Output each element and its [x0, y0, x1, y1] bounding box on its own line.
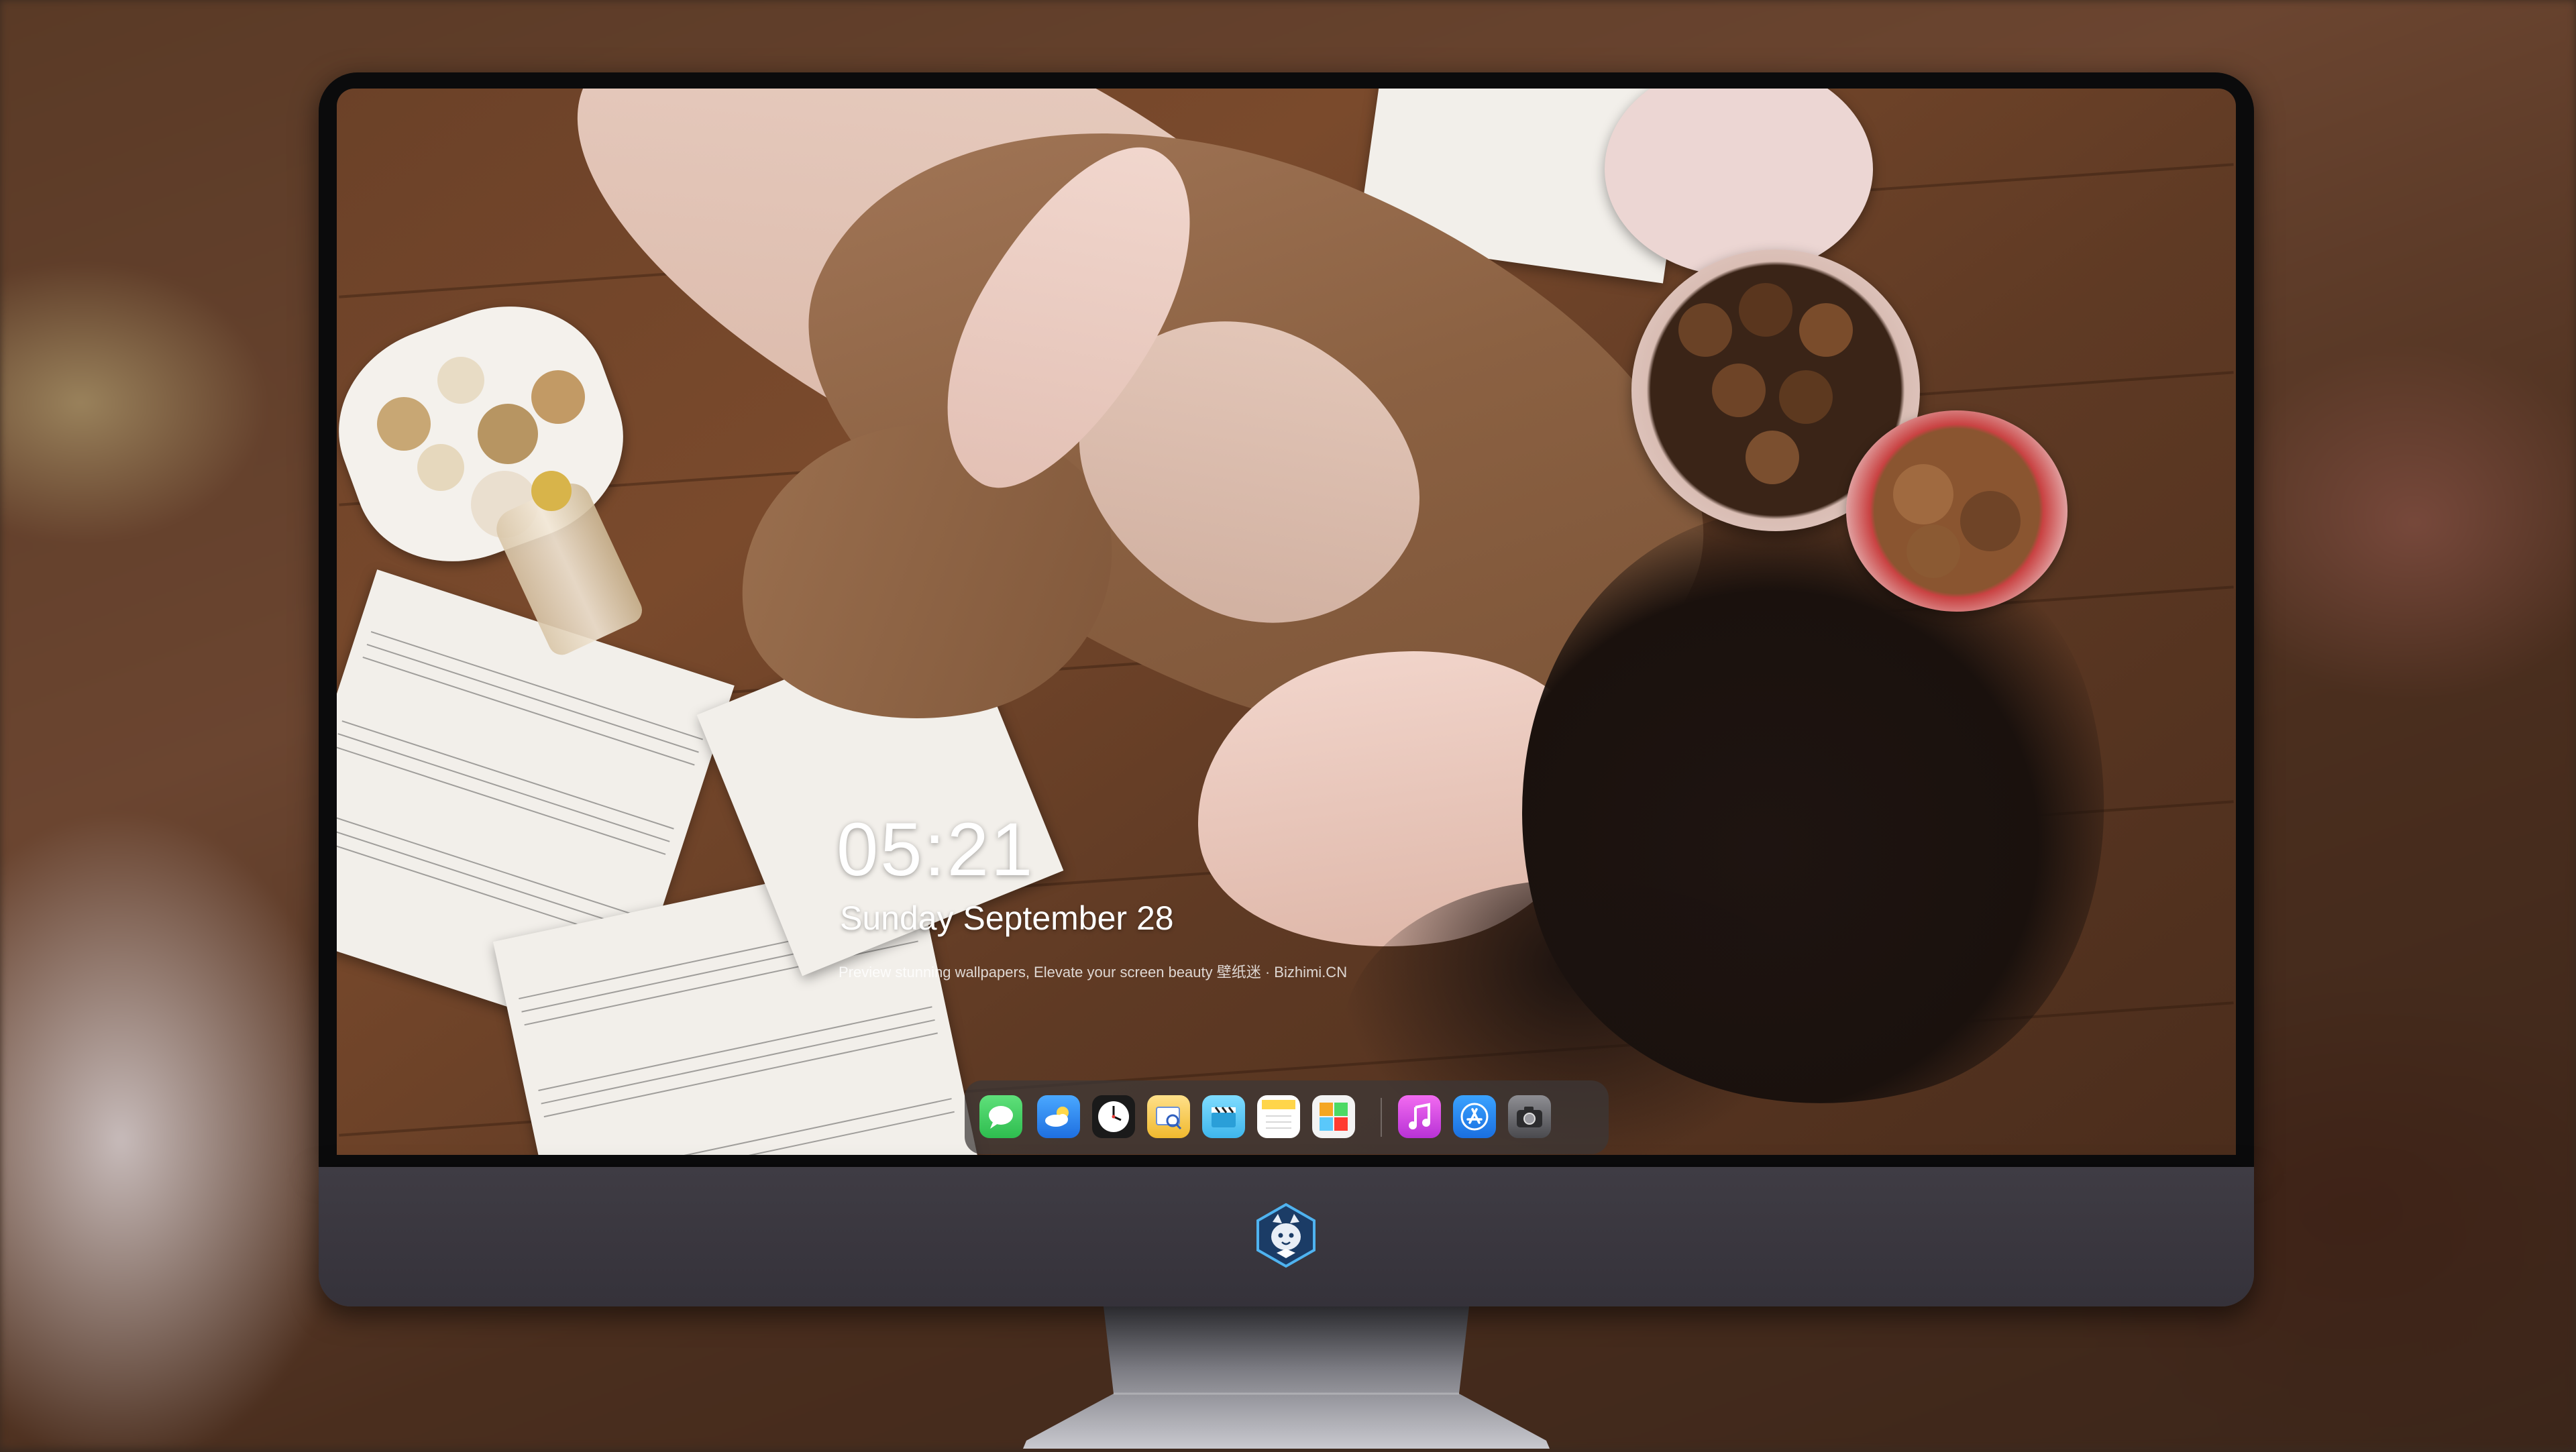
lockscreen-tagline: Preview stunning wallpapers, Elevate you…	[839, 964, 1348, 981]
camera-icon[interactable]	[1508, 1095, 1551, 1138]
photos-icon[interactable]	[1312, 1095, 1355, 1138]
screen-bezel: 05:21 Sunday September 28 Preview stunni…	[319, 72, 2254, 1167]
app-store-icon[interactable]	[1453, 1095, 1496, 1138]
messages-icon[interactable]	[979, 1095, 1022, 1138]
monitor-stand	[1023, 1306, 1550, 1449]
notes-icon[interactable]	[1257, 1095, 1300, 1138]
dock	[965, 1080, 1609, 1154]
lockscreen-date: Sunday September 28	[840, 899, 1174, 937]
dock-separator	[1381, 1098, 1382, 1137]
monitor-chin	[319, 1167, 2254, 1306]
tiger-mascot-logo	[1252, 1202, 1320, 1269]
music-icon[interactable]	[1398, 1095, 1441, 1138]
wallpaper	[337, 89, 2236, 1155]
bottle-cap	[531, 471, 572, 511]
lockscreen-time: 05:21	[837, 807, 1035, 891]
clock-icon[interactable]	[1092, 1095, 1135, 1138]
cookie-bowl	[1846, 410, 2068, 612]
preview-icon[interactable]	[1147, 1095, 1190, 1138]
clips-icon[interactable]	[1202, 1095, 1245, 1138]
weather-icon[interactable]	[1037, 1095, 1080, 1138]
imac-monitor: 05:21 Sunday September 28 Preview stunni…	[319, 72, 2254, 1449]
desktop-screen: 05:21 Sunday September 28 Preview stunni…	[337, 89, 2236, 1155]
